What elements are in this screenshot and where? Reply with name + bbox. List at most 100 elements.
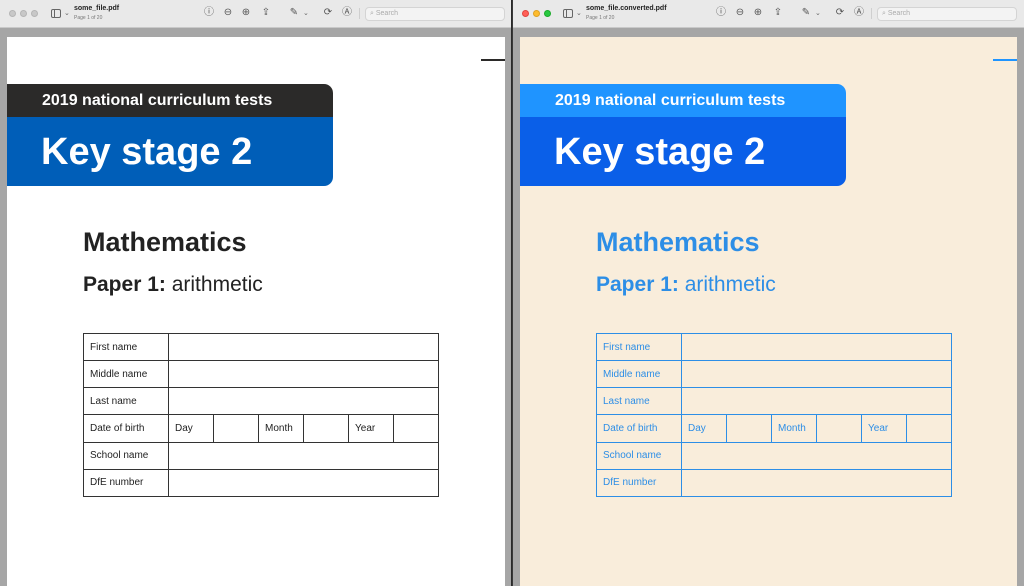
table-row: DfE number	[596, 468, 952, 498]
middle-name-field[interactable]	[168, 360, 439, 389]
year-field[interactable]	[393, 414, 439, 443]
preview-window-converted: ⌄ some_file.converted.pdf Page 1 of 20 ⓘ…	[513, 0, 1024, 586]
subject-heading: Mathematics	[596, 227, 760, 257]
first-name-field[interactable]	[681, 332, 952, 362]
day-field[interactable]	[726, 414, 772, 443]
date-of-birth-label: Date of birth	[83, 414, 169, 443]
search-placeholder: Search	[375, 10, 399, 17]
corner-rule	[481, 59, 505, 61]
file-name: some_file.pdf	[74, 5, 120, 12]
dfe-number-field[interactable]	[168, 468, 439, 498]
month-label: Month	[771, 414, 817, 443]
chevron-down-icon[interactable]: ⌄	[815, 9, 821, 17]
last-name-label: Last name	[83, 387, 169, 416]
subject-heading: Mathematics	[83, 227, 247, 257]
zoom-out-icon[interactable]: ⊖	[734, 7, 746, 19]
date-of-birth-label: Date of birth	[596, 414, 682, 443]
minimize-button[interactable]	[533, 10, 540, 17]
school-name-label: School name	[83, 441, 169, 470]
first-name-label: First name	[596, 332, 682, 362]
table-row: Date of birth Day Month Year	[596, 414, 952, 443]
table-row: First name	[596, 332, 952, 362]
dfe-number-label: DfE number	[596, 468, 682, 498]
last-name-label: Last name	[596, 387, 682, 416]
day-label: Day	[168, 414, 214, 443]
table-row: Last name	[83, 387, 439, 416]
chevron-down-icon[interactable]: ⌄	[64, 9, 70, 17]
page-info: Page 1 of 20	[74, 15, 103, 21]
titlebar: ⌄ some_file.converted.pdf Page 1 of 20 ⓘ…	[513, 0, 1024, 28]
chevron-down-icon[interactable]: ⌄	[576, 9, 582, 17]
table-row: Middle name	[83, 360, 439, 389]
zoom-out-icon[interactable]: ⊖	[222, 7, 234, 19]
annotate-icon[interactable]: Ⓐ	[853, 7, 865, 19]
zoom-in-icon[interactable]: ⊕	[240, 7, 252, 19]
last-name-field[interactable]	[681, 387, 952, 416]
last-name-field[interactable]	[168, 387, 439, 416]
pdf-page: 2019 national curriculum tests Key stage…	[520, 37, 1017, 586]
dfe-number-label: DfE number	[83, 468, 169, 498]
month-field[interactable]	[303, 414, 349, 443]
pdf-page: 2019 national curriculum tests Key stage…	[7, 37, 505, 586]
school-name-field[interactable]	[681, 441, 952, 470]
paper-label: Paper 1:	[83, 273, 166, 296]
sidebar-icon[interactable]	[563, 9, 573, 18]
key-stage-banner: Key stage 2	[7, 117, 333, 186]
close-button[interactable]	[9, 10, 16, 17]
markup-icon[interactable]: ✎	[800, 7, 812, 19]
paper-name: arithmetic	[684, 273, 776, 296]
table-row: School name	[596, 441, 952, 470]
table-row: School name	[83, 441, 439, 470]
search-input[interactable]: ⌕ Search	[365, 7, 505, 21]
month-field[interactable]	[816, 414, 862, 443]
first-name-field[interactable]	[168, 332, 439, 362]
info-icon[interactable]: ⓘ	[203, 7, 215, 19]
info-icon[interactable]: ⓘ	[715, 7, 727, 19]
toolbar-divider	[359, 8, 360, 19]
rotate-icon[interactable]: ⟳	[834, 7, 846, 19]
key-stage-banner: Key stage 2	[520, 117, 846, 186]
day-field[interactable]	[213, 414, 259, 443]
page-info: Page 1 of 20	[586, 15, 615, 21]
middle-name-label: Middle name	[596, 360, 682, 389]
middle-name-field[interactable]	[681, 360, 952, 389]
markup-icon[interactable]: ✎	[288, 7, 300, 19]
year-label: Year	[861, 414, 907, 443]
day-label: Day	[681, 414, 727, 443]
rotate-icon[interactable]: ⟳	[322, 7, 334, 19]
test-title-banner: 2019 national curriculum tests	[7, 84, 333, 117]
school-name-label: School name	[596, 441, 682, 470]
pupil-details-form: First name Middle name Last name Date of…	[83, 332, 439, 498]
zoom-button[interactable]	[544, 10, 551, 17]
zoom-button[interactable]	[31, 10, 38, 17]
paper-label: Paper 1:	[596, 273, 679, 296]
pupil-details-form: First name Middle name Last name Date of…	[596, 332, 952, 498]
toolbar-divider	[871, 8, 872, 19]
annotate-icon[interactable]: Ⓐ	[341, 7, 353, 19]
test-title-banner: 2019 national curriculum tests	[520, 84, 846, 117]
middle-name-label: Middle name	[83, 360, 169, 389]
minimize-button[interactable]	[20, 10, 27, 17]
table-row: DfE number	[83, 468, 439, 498]
dfe-number-field[interactable]	[681, 468, 952, 498]
paper-name: arithmetic	[171, 273, 263, 296]
zoom-in-icon[interactable]: ⊕	[752, 7, 764, 19]
first-name-label: First name	[83, 332, 169, 362]
share-icon[interactable]: ⇪	[772, 7, 784, 19]
table-row: Middle name	[596, 360, 952, 389]
school-name-field[interactable]	[168, 441, 439, 470]
table-row: Date of birth Day Month Year	[83, 414, 439, 443]
year-label: Year	[348, 414, 394, 443]
table-row: First name	[83, 332, 439, 362]
table-row: Last name	[596, 387, 952, 416]
search-placeholder: Search	[887, 10, 911, 17]
share-icon[interactable]: ⇪	[260, 7, 272, 19]
month-label: Month	[258, 414, 304, 443]
sidebar-icon[interactable]	[51, 9, 61, 18]
paper-heading: Paper 1: arithmetic	[596, 273, 776, 297]
search-input[interactable]: ⌕ Search	[877, 7, 1017, 21]
year-field[interactable]	[906, 414, 952, 443]
close-button[interactable]	[522, 10, 529, 17]
titlebar: ⌄ some_file.pdf Page 1 of 20 ⓘ ⊖ ⊕ ⇪ ✎ ⌄…	[0, 0, 511, 28]
chevron-down-icon[interactable]: ⌄	[303, 9, 309, 17]
